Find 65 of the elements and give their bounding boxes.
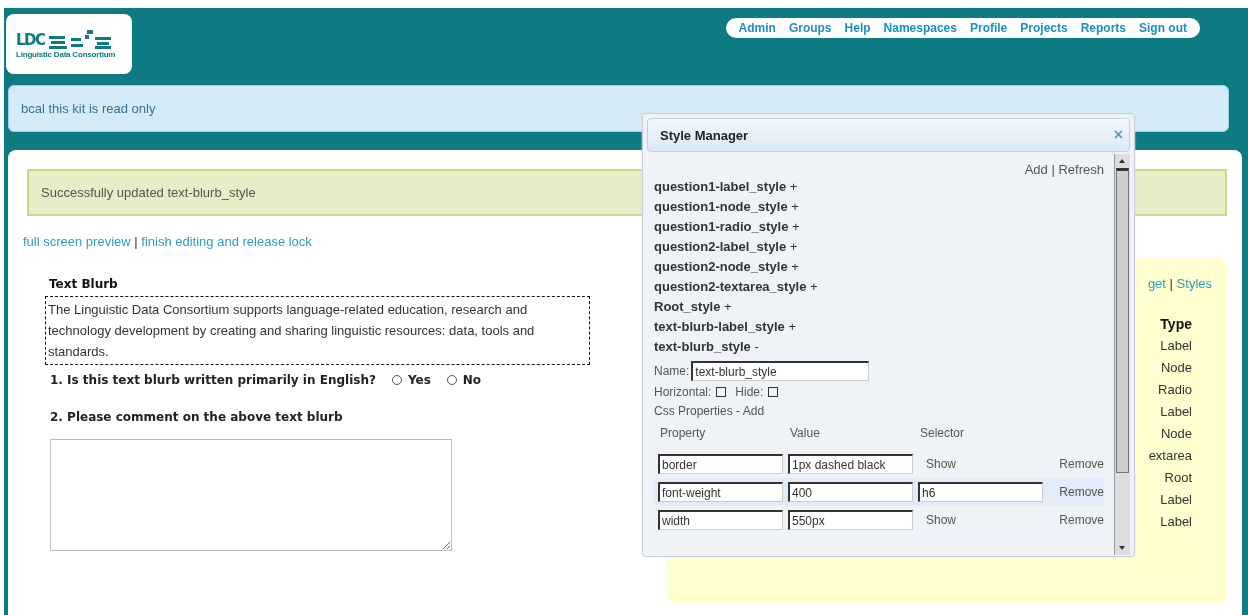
style-item[interactable]: text-blurb_style - [654, 337, 1104, 357]
nav-link[interactable]: Sign out [1139, 21, 1187, 35]
logo-caption: Linguistic Data Consortium [16, 49, 117, 59]
nav-link[interactable]: Projects [1020, 21, 1068, 35]
column-header: Value [789, 426, 821, 442]
remove-link[interactable]: Remove [1059, 485, 1104, 499]
style-item[interactable]: question2-label_style + [654, 237, 1104, 257]
table-cell-text: Node [1160, 425, 1192, 443]
scrollbar-thumb[interactable] [1116, 168, 1129, 473]
name-field[interactable]: text-blurb_style [691, 361, 870, 381]
table-cell-text: Label [1160, 337, 1192, 355]
style-item[interactable]: Root_style + [654, 297, 1104, 317]
logo-mark: LDC [16, 30, 45, 49]
table-cell-text: Radio [1158, 381, 1192, 399]
remove-link[interactable]: Remove [1059, 513, 1104, 527]
style-item[interactable]: question2-node_style + [654, 257, 1104, 277]
style-item[interactable]: question1-label_style + [654, 177, 1104, 197]
nav-link[interactable]: Namespaces [883, 21, 957, 35]
nav-link[interactable]: Admin [738, 21, 776, 35]
style-item[interactable]: text-blurb-label_style + [654, 317, 1104, 337]
remove-link[interactable]: Remove [1059, 457, 1104, 471]
separator: - [736, 404, 741, 418]
value-field[interactable]: 400 [788, 482, 913, 502]
blurb-text: The Linguistic Data Consortium supports language-related education, research and technology development by creating and sharing linguistic resources: data, tools and standards. [45, 296, 590, 365]
table-cell-text: Label [1160, 513, 1192, 531]
checkbox[interactable] [716, 387, 727, 397]
comment-field[interactable] [50, 439, 452, 551]
question-text: 1. Is this text blurb written primarily in English? [50, 373, 376, 387]
value-field[interactable]: 550px [788, 510, 913, 530]
table-cell-text: Node [1160, 359, 1192, 377]
table-cell-text: extarea [1148, 447, 1192, 465]
column-header: Type [1160, 315, 1192, 334]
property-field[interactable]: border [658, 454, 783, 474]
selector-field[interactable]: h6 [918, 482, 1043, 502]
nav-link[interactable]: Reports [1080, 21, 1126, 35]
radio-label: Yes [407, 373, 431, 387]
style-item[interactable]: question1-node_style + [654, 197, 1104, 217]
nav-link[interactable]: Profile [969, 21, 1008, 35]
style-item[interactable]: question1-radio_style + [654, 217, 1104, 237]
value-field[interactable]: 1px dashed black [788, 454, 913, 474]
nav-link[interactable]: Help [844, 21, 871, 35]
field-label: Hide: [735, 385, 764, 399]
table-cell-text: Root [1164, 469, 1192, 487]
link-separator: | [133, 234, 139, 249]
property-field[interactable]: width [658, 510, 783, 530]
table-cell-text: Label [1160, 491, 1192, 509]
question-text: 2. Please comment on the above text blurb [50, 410, 343, 424]
scrollbar[interactable] [1114, 154, 1130, 555]
show-link[interactable]: Show [918, 513, 957, 527]
link-separator: | [1168, 276, 1174, 291]
radio-label: No [462, 373, 482, 387]
column-header: Selector [919, 426, 966, 442]
field-label: Name: [654, 364, 690, 378]
logo-glyphs-icon [48, 29, 113, 50]
checkbox[interactable] [768, 387, 779, 397]
blurb-label: Text Blurb [49, 277, 119, 291]
nav-link[interactable]: Groups [788, 21, 832, 35]
property-field[interactable]: font-weight [658, 482, 783, 502]
style-item[interactable]: question2-textarea_style + [654, 277, 1104, 297]
show-link[interactable]: Show [918, 457, 957, 471]
table-cell-text: Label [1160, 403, 1192, 421]
column-header: Property [659, 426, 707, 442]
section-label: Css Properties [654, 404, 733, 418]
field-label: Horizontal: [654, 385, 712, 399]
add-link[interactable]: Add [742, 404, 765, 418]
